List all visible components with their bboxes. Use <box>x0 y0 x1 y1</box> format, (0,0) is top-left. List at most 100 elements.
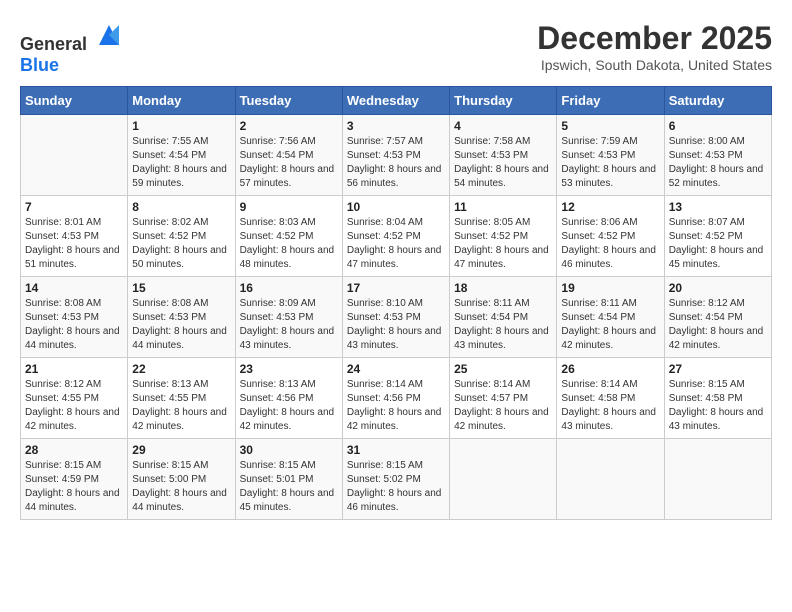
day-info: Sunrise: 8:00 AMSunset: 4:53 PMDaylight:… <box>669 135 767 191</box>
day-number: 3 <box>347 119 445 133</box>
week-row-2: 7Sunrise: 8:01 AMSunset: 4:53 PMDaylight… <box>21 196 772 277</box>
day-number: 15 <box>132 281 230 295</box>
day-info: Sunrise: 8:13 AMSunset: 4:55 PMDaylight:… <box>132 378 230 434</box>
calendar-cell: 30Sunrise: 8:15 AMSunset: 5:01 PMDayligh… <box>235 439 342 520</box>
calendar-cell: 20Sunrise: 8:12 AMSunset: 4:54 PMDayligh… <box>664 277 771 358</box>
subtitle: Ipswich, South Dakota, United States <box>537 57 772 73</box>
day-header-friday: Friday <box>557 87 664 115</box>
calendar-cell: 12 Sunrise: 8:06 AMSunset: 4:52 PMDayligh… <box>557 196 664 277</box>
calendar-cell: 5 Sunrise: 7:59 AMSunset: 4:53 PMDaylight… <box>557 115 664 196</box>
day-info: Sunrise: 7:55 AMSunset: 4:54 PMDaylight:… <box>132 135 230 191</box>
day-info: Sunrise: 8:02 AMSunset: 4:52 PMDaylight:… <box>132 216 230 272</box>
day-number: 11 <box>454 200 552 214</box>
day-number: 1 <box>132 119 230 133</box>
day-number: 8 <box>132 200 230 214</box>
logo-icon <box>94 20 124 50</box>
calendar-cell <box>664 439 771 520</box>
calendar-table: SundayMondayTuesdayWednesdayThursdayFrid… <box>20 86 772 520</box>
logo-text: General Blue <box>20 20 124 76</box>
day-number: 27 <box>669 362 767 376</box>
calendar-cell: 2 Sunrise: 7:56 AMSunset: 4:54 PMDaylight… <box>235 115 342 196</box>
day-info: Sunrise: 8:14 AMSunset: 4:56 PMDaylight:… <box>347 378 445 434</box>
day-number: 17 <box>347 281 445 295</box>
calendar-cell: 27 Sunrise: 8:15 AMSunset: 4:58 PMDayligh… <box>664 358 771 439</box>
day-header-saturday: Saturday <box>664 87 771 115</box>
calendar-cell: 11 Sunrise: 8:05 AMSunset: 4:52 PMDayligh… <box>450 196 557 277</box>
day-info: Sunrise: 8:14 AMSunset: 4:57 PMDaylight:… <box>454 378 552 434</box>
calendar-cell <box>557 439 664 520</box>
header-row: SundayMondayTuesdayWednesdayThursdayFrid… <box>21 87 772 115</box>
day-info: Sunrise: 8:15 AMSunset: 5:01 PMDaylight:… <box>240 459 338 515</box>
day-number: 14 <box>25 281 123 295</box>
day-number: 4 <box>454 119 552 133</box>
calendar-cell: 8 Sunrise: 8:02 AMSunset: 4:52 PMDaylight… <box>128 196 235 277</box>
calendar-cell: 10 Sunrise: 8:04 AMSunset: 4:52 PMDayligh… <box>342 196 449 277</box>
calendar-cell: 24 Sunrise: 8:14 AMSunset: 4:56 PMDayligh… <box>342 358 449 439</box>
week-row-5: 28Sunrise: 8:15 AMSunset: 4:59 PMDayligh… <box>21 439 772 520</box>
day-info: Sunrise: 8:11 AMSunset: 4:54 PMDaylight:… <box>561 297 659 353</box>
day-info: Sunrise: 8:13 AMSunset: 4:56 PMDaylight:… <box>240 378 338 434</box>
calendar-cell: 16Sunrise: 8:09 AMSunset: 4:53 PMDayligh… <box>235 277 342 358</box>
day-info: Sunrise: 8:10 AMSunset: 4:53 PMDaylight:… <box>347 297 445 353</box>
day-info: Sunrise: 8:11 AMSunset: 4:54 PMDaylight:… <box>454 297 552 353</box>
calendar-cell: 21Sunrise: 8:12 AMSunset: 4:55 PMDayligh… <box>21 358 128 439</box>
day-number: 6 <box>669 119 767 133</box>
day-info: Sunrise: 8:04 AMSunset: 4:52 PMDaylight:… <box>347 216 445 272</box>
calendar-cell <box>450 439 557 520</box>
header: General Blue December 2025 Ipswich, Sout… <box>20 20 772 76</box>
calendar-cell: 4 Sunrise: 7:58 AMSunset: 4:53 PMDaylight… <box>450 115 557 196</box>
calendar-cell: 26 Sunrise: 8:14 AMSunset: 4:58 PMDayligh… <box>557 358 664 439</box>
calendar-cell: 17 Sunrise: 8:10 AMSunset: 4:53 PMDayligh… <box>342 277 449 358</box>
day-info: Sunrise: 8:15 AMSunset: 4:58 PMDaylight:… <box>669 378 767 434</box>
day-number: 5 <box>561 119 659 133</box>
day-info: Sunrise: 7:59 AMSunset: 4:53 PMDaylight:… <box>561 135 659 191</box>
day-number: 12 <box>561 200 659 214</box>
day-info: Sunrise: 8:06 AMSunset: 4:52 PMDaylight:… <box>561 216 659 272</box>
calendar-cell: 19Sunrise: 8:11 AMSunset: 4:54 PMDayligh… <box>557 277 664 358</box>
calendar-cell: 15Sunrise: 8:08 AMSunset: 4:53 PMDayligh… <box>128 277 235 358</box>
day-info: Sunrise: 8:05 AMSunset: 4:52 PMDaylight:… <box>454 216 552 272</box>
logo-blue: Blue <box>20 55 59 75</box>
day-info: Sunrise: 8:15 AMSunset: 4:59 PMDaylight:… <box>25 459 123 515</box>
week-row-3: 14 Sunrise: 8:08 AMSunset: 4:53 PMDayligh… <box>21 277 772 358</box>
calendar-cell: 14 Sunrise: 8:08 AMSunset: 4:53 PMDayligh… <box>21 277 128 358</box>
day-number: 22 <box>132 362 230 376</box>
day-number: 18 <box>454 281 552 295</box>
day-number: 13 <box>669 200 767 214</box>
day-info: Sunrise: 7:56 AMSunset: 4:54 PMDaylight:… <box>240 135 338 191</box>
day-number: 24 <box>347 362 445 376</box>
day-info: Sunrise: 7:58 AMSunset: 4:53 PMDaylight:… <box>454 135 552 191</box>
day-number: 10 <box>347 200 445 214</box>
day-info: Sunrise: 8:08 AMSunset: 4:53 PMDaylight:… <box>25 297 123 353</box>
day-info: Sunrise: 8:12 AMSunset: 4:55 PMDaylight:… <box>25 378 123 434</box>
day-header-tuesday: Tuesday <box>235 87 342 115</box>
calendar-cell: 9Sunrise: 8:03 AMSunset: 4:52 PMDaylight… <box>235 196 342 277</box>
day-header-wednesday: Wednesday <box>342 87 449 115</box>
day-number: 2 <box>240 119 338 133</box>
day-number: 26 <box>561 362 659 376</box>
logo: General Blue <box>20 20 124 76</box>
logo-general: General <box>20 34 87 54</box>
day-number: 20 <box>669 281 767 295</box>
calendar-cell: 29 Sunrise: 8:15 AMSunset: 5:00 PMDayligh… <box>128 439 235 520</box>
calendar-cell <box>21 115 128 196</box>
day-number: 25 <box>454 362 552 376</box>
day-info: Sunrise: 8:15 AMSunset: 5:00 PMDaylight:… <box>132 459 230 515</box>
main-title: December 2025 <box>537 20 772 57</box>
calendar-cell: 3 Sunrise: 7:57 AMSunset: 4:53 PMDaylight… <box>342 115 449 196</box>
day-info: Sunrise: 7:57 AMSunset: 4:53 PMDaylight:… <box>347 135 445 191</box>
day-info: Sunrise: 8:01 AMSunset: 4:53 PMDaylight:… <box>25 216 123 272</box>
week-row-4: 21Sunrise: 8:12 AMSunset: 4:55 PMDayligh… <box>21 358 772 439</box>
day-number: 31 <box>347 443 445 457</box>
calendar-cell: 7Sunrise: 8:01 AMSunset: 4:53 PMDaylight… <box>21 196 128 277</box>
calendar-cell: 13Sunrise: 8:07 AMSunset: 4:52 PMDayligh… <box>664 196 771 277</box>
day-number: 9 <box>240 200 338 214</box>
day-number: 29 <box>132 443 230 457</box>
day-info: Sunrise: 8:15 AMSunset: 5:02 PMDaylight:… <box>347 459 445 515</box>
title-area: December 2025 Ipswich, South Dakota, Uni… <box>537 20 772 73</box>
calendar-header: SundayMondayTuesdayWednesdayThursdayFrid… <box>21 87 772 115</box>
day-number: 16 <box>240 281 338 295</box>
day-header-monday: Monday <box>128 87 235 115</box>
calendar-cell: 22 Sunrise: 8:13 AMSunset: 4:55 PMDayligh… <box>128 358 235 439</box>
day-info: Sunrise: 8:14 AMSunset: 4:58 PMDaylight:… <box>561 378 659 434</box>
